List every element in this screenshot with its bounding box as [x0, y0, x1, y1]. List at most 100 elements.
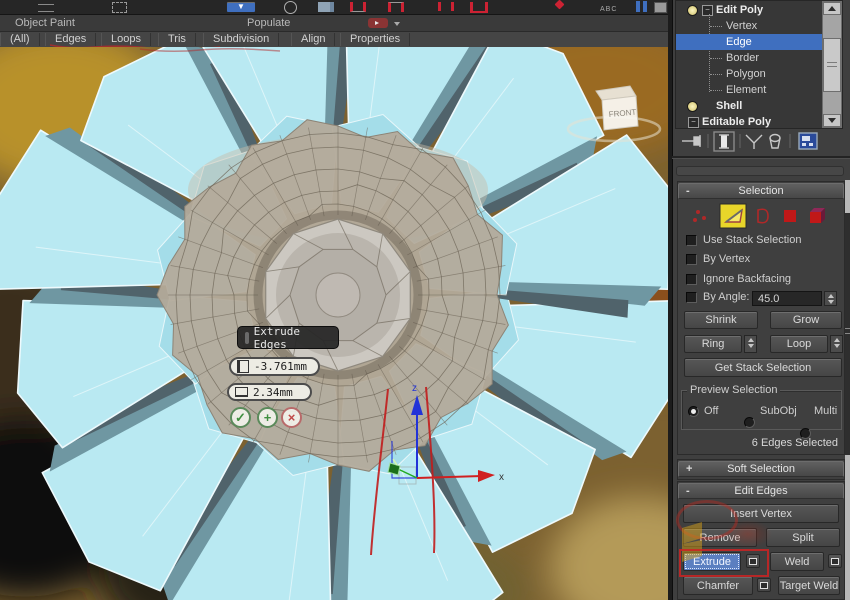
by-angle-field[interactable]: 45.0 [752, 291, 822, 306]
stack-scrollbar-track[interactable] [822, 1, 842, 128]
pin-stack-icon[interactable] [682, 135, 700, 147]
chamfer-button[interactable]: Chamfer [683, 576, 753, 595]
caddy-title-text: Extrude Edges [254, 325, 331, 351]
align-tool-icon[interactable] [388, 2, 404, 12]
scroll-up-button[interactable] [823, 2, 841, 15]
layer-bars-icon[interactable] [636, 1, 640, 12]
split-button[interactable]: Split [766, 528, 840, 547]
rollout-title: Selection [738, 185, 783, 197]
tab-populate[interactable]: Populate [247, 17, 290, 29]
ignore-backfacing-checkbox[interactable] [686, 274, 697, 285]
by-vertex-checkbox[interactable] [686, 254, 697, 265]
weld-button[interactable]: Weld [770, 552, 824, 571]
extrude-height-field[interactable]: -3.761mm [229, 357, 320, 376]
ruler-icon[interactable] [38, 4, 54, 12]
rollout-top-bar[interactable] [676, 166, 844, 176]
viewport-3d-scene[interactable]: z x FRONT [0, 47, 668, 600]
preview-multi-label: Multi [814, 405, 837, 418]
extrude-height-value[interactable]: -3.761mm [254, 360, 307, 373]
grow-button[interactable]: Grow [770, 311, 842, 329]
use-stack-selection-checkbox[interactable] [686, 235, 697, 246]
ribbon-tab-properties[interactable]: Properties [340, 33, 410, 46]
stack-row-edge[interactable]: Edge [676, 34, 843, 50]
chamfer-settings-button[interactable] [757, 578, 771, 592]
loop-spinner[interactable] [830, 335, 843, 353]
tab-object-paint[interactable]: Object Paint [15, 17, 75, 29]
3dsmax-window: ▼ ABC Object Paint Populate (All) Edges … [0, 0, 850, 600]
scroll-down-button[interactable] [823, 114, 841, 127]
mirror-tool-icon[interactable] [438, 2, 454, 11]
polygon-subobject-icon[interactable] [784, 210, 796, 222]
model-center-dome[interactable] [258, 215, 418, 375]
stack-row-polygon[interactable]: Polygon [676, 66, 843, 82]
stack-item-label[interactable]: Shell [716, 98, 742, 114]
caddy-cancel-button[interactable]: × [281, 407, 302, 428]
stack-row-element[interactable]: Element [676, 82, 843, 98]
caddy-apply-button[interactable]: + [257, 407, 278, 428]
spacing-tool-icon[interactable] [470, 2, 488, 13]
pin-marker-icon[interactable] [555, 0, 565, 9]
shrink-button[interactable]: Shrink [684, 311, 758, 329]
modifier-stack-list[interactable]: − Edit Poly Vertex Edge Border Polygon E… [675, 0, 843, 129]
preview-off-radio[interactable] [688, 406, 699, 417]
ribbon-category-tabs: (All) Edges Loops Tris Subdivision Align… [0, 32, 668, 47]
stack-row-border[interactable]: Border [676, 50, 843, 66]
ring-button[interactable]: Ring [684, 335, 742, 353]
check-icon: ✓ [235, 410, 246, 426]
panel-scrollbar-track[interactable] [845, 180, 850, 600]
circle-tool-icon[interactable] [284, 1, 297, 14]
preview-subobj-radio[interactable] [744, 417, 755, 428]
dropdown-arrow-icon[interactable] [394, 22, 400, 26]
collapse-toggle[interactable]: - [686, 184, 690, 199]
ring-spinner[interactable] [744, 335, 757, 353]
border-subobject-icon[interactable] [758, 209, 768, 223]
stack-item-label[interactable]: Edit Poly [716, 2, 763, 18]
panel-icon[interactable] [654, 2, 667, 13]
edge-subobject-icon-active[interactable] [720, 204, 746, 228]
book-icon[interactable] [318, 2, 334, 12]
stack-row-edit-poly[interactable]: − Edit Poly [676, 2, 822, 18]
extrude-base-width-field[interactable]: 2.34mm [227, 383, 312, 401]
element-subobject-icon[interactable] [810, 208, 825, 223]
panel-scrollbar-thumb[interactable] [845, 213, 850, 455]
weld-settings-button[interactable] [828, 554, 842, 568]
stack-row-vertex[interactable]: Vertex [676, 18, 843, 34]
edit-edges-rollout-header[interactable]: - Edit Edges [678, 483, 844, 499]
make-unique-icon[interactable] [746, 135, 762, 149]
collapse-box-icon[interactable]: − [688, 117, 699, 128]
by-angle-checkbox[interactable] [686, 292, 697, 303]
target-weld-button[interactable]: Target Weld [778, 576, 840, 595]
perspective-viewport[interactable]: z x FRONT Extrude Edges -3.761mm [0, 47, 668, 600]
selection-rollout-header[interactable]: - Selection [678, 183, 844, 199]
extrude-base-width-value[interactable]: 2.34mm [253, 386, 293, 399]
lightbulb-icon[interactable] [687, 101, 698, 112]
layer-bars-icon[interactable] [643, 1, 647, 12]
stack-row-editable-poly[interactable]: − Editable Poly [676, 114, 822, 129]
panel-divider [672, 156, 850, 159]
remove-modifier-icon[interactable] [770, 135, 780, 149]
soft-selection-rollout-header[interactable]: + Soft Selection [678, 461, 844, 477]
ribbon-tab-all[interactable]: (All) [0, 33, 40, 46]
scrollbar-thumb[interactable] [823, 38, 841, 92]
caddy-ok-button[interactable]: ✓ [230, 407, 251, 428]
lightbulb-icon[interactable] [687, 5, 698, 16]
get-stack-selection-button[interactable]: Get Stack Selection [684, 358, 842, 377]
ribbon-tab-align[interactable]: Align [291, 33, 335, 46]
configure-modifier-sets-icon[interactable] [799, 133, 817, 149]
align-tool-icon[interactable] [350, 2, 366, 12]
collapse-toggle[interactable]: - [686, 484, 690, 499]
snap-toggle-icon[interactable]: ▼ [226, 1, 256, 13]
rollout-title: Edit Edges [734, 485, 787, 497]
vertex-subobject-icon[interactable] [693, 210, 706, 222]
caddy-grip-icon[interactable] [245, 332, 249, 344]
collapse-box-icon[interactable]: − [702, 5, 713, 16]
show-end-result-icon[interactable] [714, 132, 734, 151]
loop-button[interactable]: Loop [770, 335, 828, 353]
by-angle-spinner[interactable] [824, 291, 837, 306]
marquee-icon[interactable] [112, 2, 127, 13]
stack-row-shell[interactable]: Shell [676, 98, 822, 114]
extrude-edges-caddy-title[interactable]: Extrude Edges [237, 326, 339, 349]
preview-subobj-label: SubObj [760, 405, 797, 418]
expand-toggle[interactable]: + [686, 462, 692, 477]
stack-item-label[interactable]: Editable Poly [702, 114, 771, 129]
